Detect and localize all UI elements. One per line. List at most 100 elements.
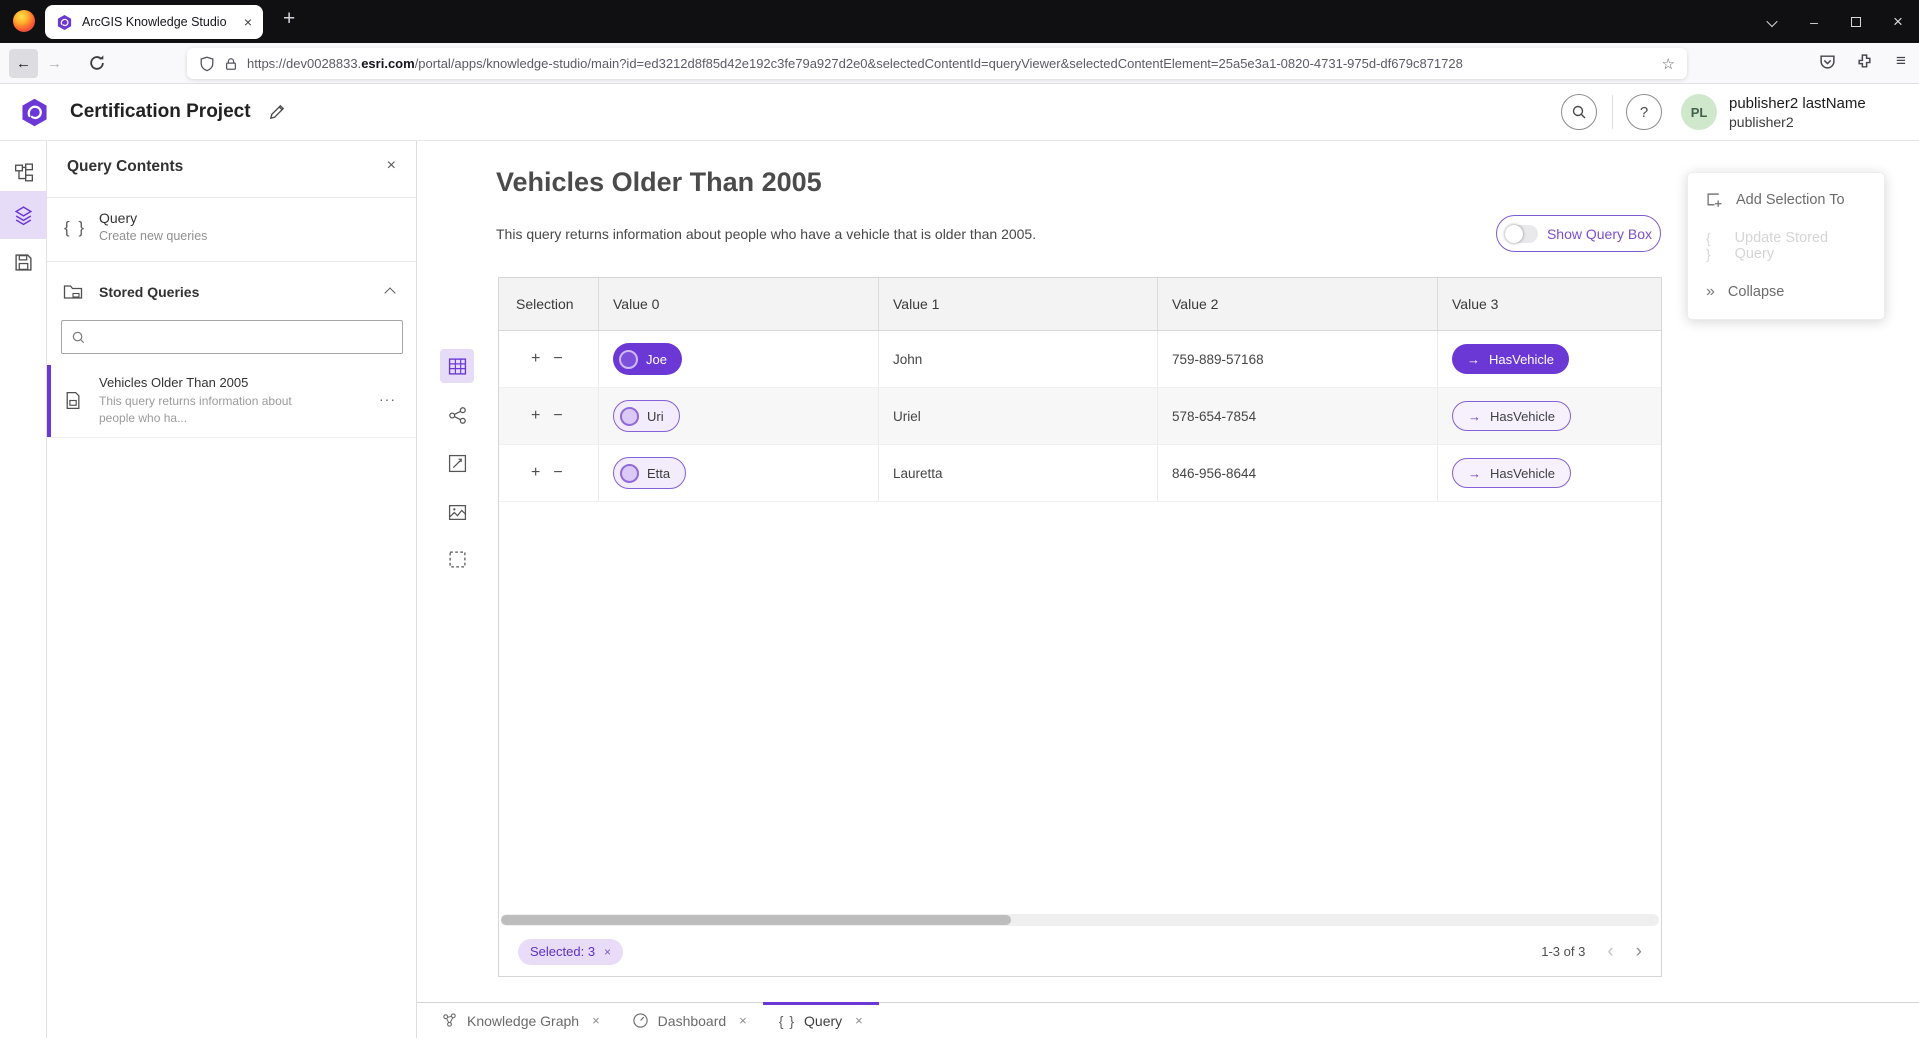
forward-button[interactable]: → bbox=[47, 55, 62, 72]
menu-item-collapse[interactable]: » Collapse bbox=[1688, 269, 1884, 315]
panel-close-icon[interactable]: × bbox=[387, 157, 396, 175]
firefox-icon[interactable] bbox=[13, 10, 35, 32]
previous-page-icon[interactable]: ‹ bbox=[1607, 941, 1613, 963]
contents-button[interactable] bbox=[0, 191, 47, 239]
edit-chart-button[interactable] bbox=[440, 446, 474, 480]
table-row[interactable]: + − Joe John 759-889-57168 →HasVehicle bbox=[499, 331, 1661, 388]
braces-icon: { } bbox=[779, 1013, 795, 1029]
help-button[interactable]: ? bbox=[1626, 94, 1662, 130]
reload-button[interactable] bbox=[88, 54, 106, 72]
add-to-selection-icon[interactable]: + bbox=[531, 407, 540, 425]
more-options-icon[interactable]: ··· bbox=[379, 391, 396, 407]
toggle-label: Show Query Box bbox=[1547, 226, 1652, 242]
table-row[interactable]: + − Uri Uriel 578-654-7854 →HasVehicle bbox=[499, 388, 1661, 445]
tab-knowledge-graph[interactable]: Knowledge Graph × bbox=[425, 1003, 616, 1038]
relationship-pill[interactable]: →HasVehicle bbox=[1452, 458, 1571, 488]
tab-label: Dashboard bbox=[658, 1013, 727, 1029]
entity-circle-icon bbox=[620, 464, 639, 483]
relationship-pill[interactable]: →HasVehicle bbox=[1452, 344, 1569, 374]
bookmark-star-icon[interactable]: ☆ bbox=[1662, 55, 1675, 73]
tab-query[interactable]: { } Query × bbox=[763, 1003, 879, 1038]
add-to-selection-icon[interactable]: + bbox=[531, 350, 540, 368]
column-header[interactable]: Value 3 bbox=[1438, 278, 1661, 330]
query-list-item[interactable]: { } Query Create new queries bbox=[47, 198, 416, 262]
extensions-icon[interactable] bbox=[1854, 51, 1874, 71]
toggle-switch[interactable] bbox=[1505, 225, 1538, 243]
clear-selection-icon[interactable]: × bbox=[604, 945, 611, 959]
stored-queries-title: Stored Queries bbox=[99, 284, 199, 300]
app-menu-icon[interactable]: ≡ bbox=[1891, 51, 1911, 71]
dashboard-icon bbox=[632, 1012, 649, 1029]
arcgis-knowledge-logo bbox=[19, 97, 50, 128]
browser-tab-title: ArcGIS Knowledge Studio bbox=[82, 15, 235, 29]
menu-item-add-selection-to[interactable]: Add Selection To bbox=[1688, 177, 1884, 223]
selected-count-chip[interactable]: Selected: 3 × bbox=[518, 939, 623, 965]
tab-close-icon[interactable]: × bbox=[739, 1013, 747, 1028]
tab-label: Query bbox=[804, 1013, 842, 1029]
tab-close-icon[interactable]: × bbox=[855, 1013, 863, 1028]
column-header[interactable]: Value 2 bbox=[1158, 278, 1438, 330]
search-icon bbox=[71, 330, 86, 345]
menu-item-label: Update Stored Query bbox=[1735, 230, 1866, 262]
user-info[interactable]: publisher2 lastName publisher2 bbox=[1729, 95, 1866, 131]
page-range-label: 1-3 of 3 bbox=[1541, 944, 1585, 959]
url-bar[interactable]: https://dev0028833.esri.com/portal/apps/… bbox=[187, 48, 1687, 79]
window-close-button[interactable]: × bbox=[1877, 0, 1919, 43]
horizontal-scrollbar[interactable] bbox=[501, 914, 1659, 926]
column-header[interactable]: Value 1 bbox=[879, 278, 1158, 330]
context-menu: Add Selection To { } Update Stored Query… bbox=[1687, 172, 1885, 320]
save-to-pocket-icon[interactable] bbox=[1817, 51, 1837, 71]
menu-item-label: Add Selection To bbox=[1736, 192, 1845, 208]
search-button[interactable] bbox=[1561, 94, 1597, 130]
url-text[interactable]: https://dev0028833.esri.com/portal/apps/… bbox=[247, 56, 1653, 71]
entity-pill[interactable]: Etta bbox=[613, 457, 686, 489]
save-button[interactable] bbox=[0, 238, 47, 286]
add-selection-icon bbox=[1706, 192, 1723, 209]
remove-from-selection-icon[interactable]: − bbox=[553, 464, 562, 482]
data-model-button[interactable] bbox=[0, 149, 47, 197]
lock-icon[interactable] bbox=[224, 57, 238, 71]
stored-queries-search-input[interactable] bbox=[94, 330, 393, 345]
column-header[interactable]: Selection bbox=[499, 278, 599, 330]
menu-item-label: Collapse bbox=[1728, 284, 1784, 300]
tracking-shield-icon[interactable] bbox=[199, 56, 215, 72]
collapse-section-icon[interactable] bbox=[384, 287, 395, 298]
remove-from-selection-icon[interactable]: − bbox=[553, 350, 562, 368]
new-tab-icon[interactable]: + bbox=[283, 7, 295, 31]
tab-close-icon[interactable]: × bbox=[592, 1013, 600, 1028]
stored-queries-search[interactable] bbox=[61, 320, 403, 354]
edit-title-icon[interactable] bbox=[268, 103, 286, 121]
map-view-button[interactable] bbox=[440, 495, 474, 529]
remove-from-selection-icon[interactable]: − bbox=[553, 407, 562, 425]
tab-close-icon[interactable]: × bbox=[244, 14, 252, 30]
tab-dashboard[interactable]: Dashboard × bbox=[616, 1003, 763, 1038]
table-view-button[interactable] bbox=[440, 349, 474, 383]
pagination: 1-3 of 3 ‹ › bbox=[1541, 941, 1642, 963]
back-button[interactable]: ← bbox=[9, 49, 38, 78]
table-row[interactable]: + − Etta Lauretta 846-956-8644 →HasVehic… bbox=[499, 445, 1661, 502]
stored-query-item[interactable]: Vehicles Older Than 2005 This query retu… bbox=[47, 365, 416, 438]
show-query-box-toggle[interactable]: Show Query Box bbox=[1496, 215, 1661, 252]
maximize-button[interactable] bbox=[1835, 0, 1877, 43]
add-to-selection-icon[interactable]: + bbox=[531, 464, 540, 482]
tab-list-button[interactable] bbox=[1751, 0, 1793, 43]
column-header[interactable]: Value 0 bbox=[599, 278, 879, 330]
menu-item-update-stored-query[interactable]: { } Update Stored Query bbox=[1688, 223, 1884, 269]
user-avatar[interactable]: PL bbox=[1681, 94, 1717, 130]
cell-value: 846-956-8644 bbox=[1172, 466, 1256, 481]
cell-value: John bbox=[893, 352, 922, 367]
scrollbar-thumb[interactable] bbox=[501, 915, 1011, 925]
cell-value: Lauretta bbox=[893, 466, 943, 481]
next-page-icon[interactable]: › bbox=[1636, 941, 1642, 963]
stored-queries-header[interactable]: Stored Queries bbox=[47, 276, 416, 312]
minimize-button[interactable]: – bbox=[1793, 0, 1835, 43]
panel-title: Query Contents bbox=[67, 158, 183, 176]
chevron-down-icon bbox=[1766, 15, 1777, 26]
selection-tool-button[interactable] bbox=[440, 542, 474, 576]
entity-pill[interactable]: Uri bbox=[613, 400, 680, 432]
braces-icon: { } bbox=[1706, 230, 1722, 262]
entity-pill[interactable]: Joe bbox=[613, 343, 682, 375]
browser-tab[interactable]: ArcGIS Knowledge Studio × bbox=[45, 5, 263, 39]
relationship-pill[interactable]: →HasVehicle bbox=[1452, 401, 1571, 431]
link-chart-view-button[interactable] bbox=[440, 398, 474, 432]
